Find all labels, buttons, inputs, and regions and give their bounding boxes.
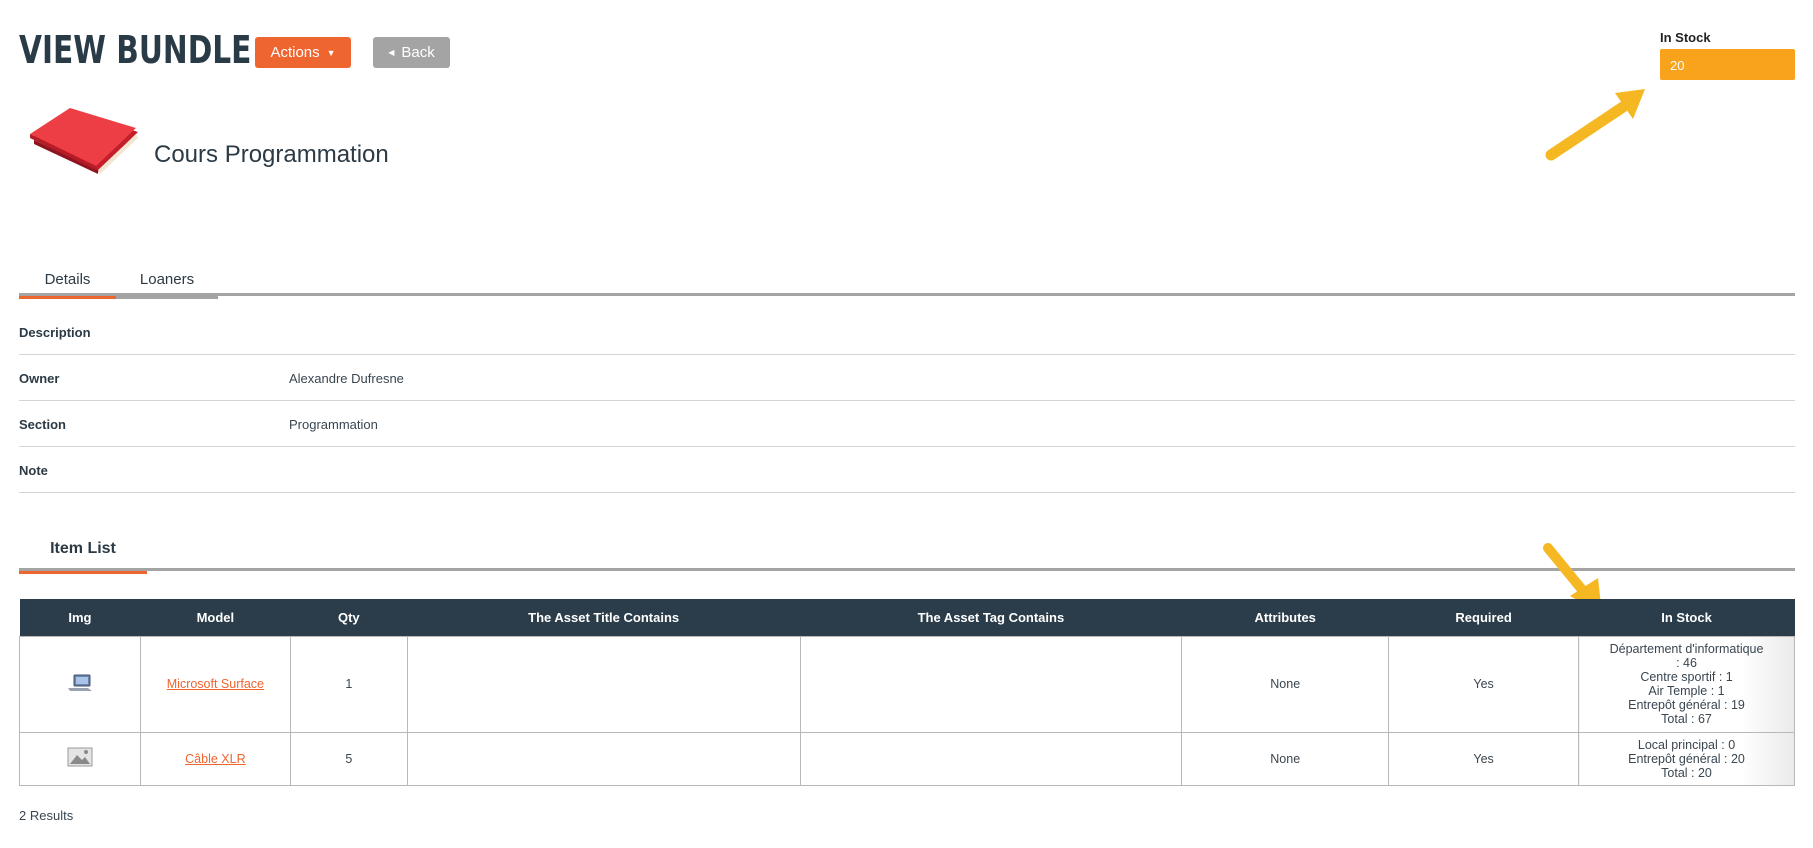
tag-contains-cell: [799, 731, 1183, 786]
caret-left-icon: ◀: [388, 48, 395, 57]
detail-row-owner: Owner Alexandre Dufresne: [19, 355, 1795, 401]
stock-cell: Local principal : 0 Entrepôt général : 2…: [1578, 731, 1795, 786]
detail-label: Owner: [19, 371, 60, 386]
stock-line: Total : 67: [1661, 712, 1712, 726]
annotation-arrow-icon: [1545, 89, 1645, 161]
qty-cell: 1: [289, 635, 408, 733]
stock-line: Local principal : 0: [1637, 737, 1736, 752]
table-header-row: Img Model Qty The Asset Title Contains T…: [19, 599, 1795, 636]
results-count: 2 Results: [19, 808, 74, 823]
item-table: Img Model Qty The Asset Title Contains T…: [19, 599, 1795, 786]
table-row: Microsoft Surface 1 None Yes Département…: [19, 635, 1795, 733]
model-cell: Microsoft Surface: [139, 635, 291, 733]
detail-row-note: Note: [19, 447, 1795, 493]
column-header[interactable]: Required: [1388, 599, 1579, 636]
tab-bar: Details Loaners: [19, 262, 1795, 299]
bundle-name: Cours Programmation: [154, 141, 389, 168]
detail-label: Note: [19, 463, 48, 478]
title-contains-cell: [406, 731, 801, 786]
stock-line: Centre sportif : 1: [1640, 670, 1733, 684]
detail-row-description: Description: [19, 309, 1795, 355]
tab-details[interactable]: Details: [19, 262, 116, 299]
title-contains-cell: [406, 635, 801, 733]
column-header[interactable]: Model: [140, 599, 291, 636]
required-cell: Yes: [1388, 635, 1580, 733]
column-header[interactable]: Qty: [290, 599, 408, 636]
back-button-label: Back: [401, 44, 435, 61]
column-header[interactable]: In Stock: [1578, 599, 1795, 636]
detail-label: Description: [19, 325, 91, 340]
column-header[interactable]: The Asset Title Contains: [407, 599, 801, 636]
stock-line: Département d'informatique: [1609, 642, 1764, 656]
stock-cell: Département d'informatique : 46 Centre s…: [1578, 635, 1795, 733]
back-button[interactable]: ◀ Back: [373, 37, 450, 68]
stock-line: Total : 20: [1661, 765, 1712, 780]
stock-line: Entrepôt général : 20: [1628, 751, 1745, 766]
caret-down-icon: ▼: [326, 47, 336, 58]
tag-contains-cell: [799, 635, 1183, 733]
actions-button[interactable]: Actions ▼: [255, 37, 351, 68]
required-cell: Yes: [1388, 731, 1580, 786]
detail-value: Alexandre Dufresne: [289, 371, 404, 386]
attributes-cell: None: [1181, 635, 1390, 733]
stock-line: Entrepôt général : 19: [1628, 698, 1745, 712]
tab-loaners[interactable]: Loaners: [116, 262, 218, 299]
laptop-icon: [67, 674, 92, 691]
detail-row-section: Section Programmation: [19, 401, 1795, 447]
model-link[interactable]: Câble XLR: [185, 752, 245, 766]
stock-line: : 46: [1676, 656, 1697, 670]
column-header[interactable]: The Asset Tag Contains: [800, 599, 1182, 636]
stock-label: In Stock: [1660, 30, 1711, 45]
stock-line: Air Temple : 1: [1648, 684, 1725, 698]
column-header[interactable]: Img: [19, 599, 141, 636]
qty-cell: 5: [289, 731, 408, 786]
column-header[interactable]: Attributes: [1181, 599, 1389, 636]
stock-value-box: 20: [1660, 49, 1795, 80]
tab-item-list[interactable]: Item List: [19, 530, 147, 574]
model-link[interactable]: Microsoft Surface: [167, 677, 264, 691]
item-list-tab-bar: Item List: [19, 530, 1795, 574]
image-placeholder-icon: [67, 747, 93, 767]
img-cell: [19, 635, 141, 733]
img-cell: [19, 731, 141, 786]
detail-label: Section: [19, 417, 66, 432]
attributes-cell: None: [1181, 731, 1390, 786]
page-title: VIEW BUNDLE: [19, 28, 252, 72]
table-row: Câble XLR 5 None Yes Local principal : 0…: [19, 731, 1795, 786]
actions-button-label: Actions: [270, 44, 320, 61]
model-cell: Câble XLR: [139, 731, 291, 786]
book-icon: [30, 108, 138, 174]
detail-value: Programmation: [289, 417, 378, 432]
